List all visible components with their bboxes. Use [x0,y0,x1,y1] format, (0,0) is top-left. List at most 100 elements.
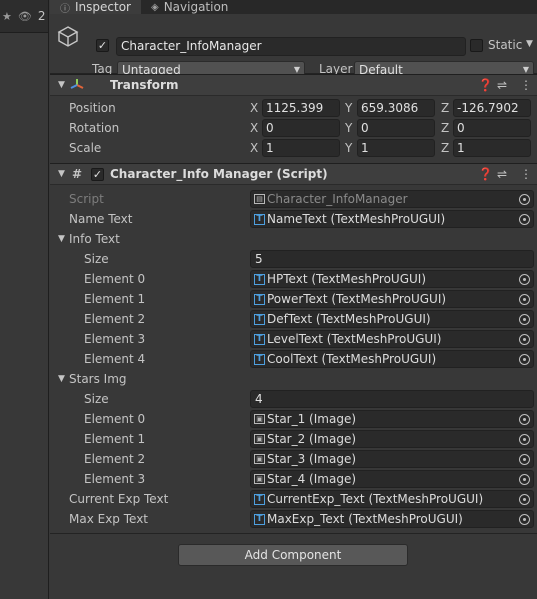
object-header: ✓ Character_InfoManager Static ▼ Tag Unt… [50,14,537,79]
rotation-y-field[interactable]: 0 [357,119,435,137]
scale-row: Scale X1 Y1 Z1 [50,138,537,158]
presets-icon[interactable]: ⇌ [497,167,507,181]
current-exp-field[interactable]: T CurrentExp_Text (TextMeshProUGUI) [250,490,534,508]
tab-navigation[interactable]: ◈ Navigation [141,0,238,14]
z-axis-label[interactable]: Z [441,101,449,115]
tab-navigation-label: Navigation [163,0,229,14]
z-axis-label[interactable]: Z [441,141,449,155]
object-picker-icon [519,194,530,205]
hierarchy-toolbar: ★ 👁 2 [0,0,48,33]
info-element-field[interactable]: T DefText (TextMeshProUGUI) [250,310,534,328]
context-menu-icon[interactable]: ⋮ [520,78,532,92]
fold-arrow-icon[interactable]: ▼ [58,169,65,179]
info-element-field[interactable]: T CoolText (TextMeshProUGUI) [250,350,534,368]
info-text-size-field[interactable]: 5 [250,250,534,268]
info-element-value: DefText (TextMeshProUGUI) [267,312,431,326]
object-picker-icon[interactable] [519,494,530,505]
image-icon: ▣ [254,474,265,484]
textmeshpro-icon: T [254,513,265,525]
x-axis-label[interactable]: X [250,121,258,135]
object-picker-icon[interactable] [519,454,530,465]
help-icon[interactable]: ❓ [478,167,493,181]
star-element-field[interactable]: ▣ Star_2 (Image) [250,430,534,448]
object-picker-icon[interactable] [519,314,530,325]
add-component-button[interactable]: Add Component [178,544,408,566]
fold-arrow-icon[interactable]: ▼ [58,234,65,244]
script-field: ▤ Character_InfoManager [250,190,534,208]
info-text-size-label: Size [84,252,109,266]
element-label: Element 3 [84,332,146,346]
stars-img-foldout[interactable]: ▼ Stars Img [50,369,537,389]
image-icon: ▣ [254,434,265,444]
info-element-field[interactable]: T PowerText (TextMeshProUGUI) [250,290,534,308]
tab-inspector-label: Inspector [75,0,131,14]
star-element-field[interactable]: ▣ Star_4 (Image) [250,470,534,488]
rotation-x-field[interactable]: 0 [262,119,340,137]
current-exp-value: CurrentExp_Text (TextMeshProUGUI) [267,492,484,506]
list-item: Element 0 ▣ Star_1 (Image) [50,409,537,429]
info-element-field[interactable]: T HPText (TextMeshProUGUI) [250,270,534,288]
object-picker-icon[interactable] [519,474,530,485]
position-x-field[interactable]: 1125.399 [262,99,340,117]
y-axis-label[interactable]: Y [345,121,352,135]
textmeshpro-icon: T [254,353,265,365]
object-picker-icon[interactable] [519,334,530,345]
position-y-field[interactable]: 659.3086 [357,99,435,117]
scale-y-field[interactable]: 1 [357,139,435,157]
static-dropdown-arrow-icon[interactable]: ▼ [526,39,533,49]
rotation-label: Rotation [69,121,120,135]
textmeshpro-icon: T [254,213,265,225]
script-enabled-checkbox[interactable]: ✓ [91,168,104,181]
rotation-z-field[interactable]: 0 [453,119,531,137]
stars-img-label: Stars Img [69,372,127,386]
object-picker-icon[interactable] [519,214,530,225]
z-axis-label[interactable]: Z [441,121,449,135]
star-element-field[interactable]: ▣ Star_1 (Image) [250,410,534,428]
object-picker-icon[interactable] [519,514,530,525]
textmeshpro-icon: T [254,333,265,345]
x-axis-label[interactable]: X [250,101,258,115]
info-text-foldout[interactable]: ▼ Info Text [50,229,537,249]
fold-arrow-icon[interactable]: ▼ [58,80,65,90]
active-checkbox[interactable]: ✓ [96,39,109,52]
static-checkbox[interactable] [470,39,483,52]
textmeshpro-icon: T [254,313,265,325]
info-element-value: CoolText (TextMeshProUGUI) [267,352,437,366]
max-exp-row: Max Exp Text T MaxExp_Text (TextMeshProUG… [50,509,537,529]
hidden-eye-icon[interactable]: 👁 [18,10,32,23]
context-menu-icon[interactable]: ⋮ [520,167,532,181]
object-picker-icon[interactable] [519,354,530,365]
current-exp-label: Current Exp Text [69,492,169,506]
info-element-field[interactable]: T LevelText (TextMeshProUGUI) [250,330,534,348]
element-label: Element 3 [84,472,146,486]
presets-icon[interactable]: ⇌ [497,78,507,92]
object-picker-icon[interactable] [519,294,530,305]
name-text-row: Name Text T NameText (TextMeshProUGUI) [50,209,537,229]
transform-header[interactable]: ▼ Transform ❓ ⇌ ⋮ [50,74,537,96]
help-icon[interactable]: ❓ [478,78,493,92]
position-z-field[interactable]: -126.7902 [453,99,531,117]
fold-arrow-icon[interactable]: ▼ [58,374,65,384]
list-item: Element 2 T DefText (TextMeshProUGUI) [50,309,537,329]
name-text-field[interactable]: T NameText (TextMeshProUGUI) [250,210,534,228]
element-label: Element 2 [84,452,146,466]
y-axis-label[interactable]: Y [345,101,352,115]
object-picker-icon[interactable] [519,434,530,445]
scale-x-field[interactable]: 1 [262,139,340,157]
scale-z-field[interactable]: 1 [453,139,531,157]
x-axis-label[interactable]: X [250,141,258,155]
star-element-field[interactable]: ▣ Star_3 (Image) [250,450,534,468]
info-element-value: PowerText (TextMeshProUGUI) [267,292,447,306]
info-element-value: LevelText (TextMeshProUGUI) [267,332,442,346]
star-element-value: Star_1 (Image) [267,412,357,426]
object-picker-icon[interactable] [519,274,530,285]
favorites-star-icon[interactable]: ★ [2,10,12,23]
stars-img-size-field[interactable]: 4 [250,390,534,408]
object-name-field[interactable]: Character_InfoManager [116,37,466,56]
tab-inspector[interactable]: ⓘ Inspector [50,0,141,15]
script-component-header[interactable]: ▼ # ✓ Character_Info Manager (Script) ❓ … [50,163,537,185]
y-axis-label[interactable]: Y [345,141,352,155]
object-picker-icon[interactable] [519,414,530,425]
divider [50,533,537,534]
max-exp-field[interactable]: T MaxExp_Text (TextMeshProUGUI) [250,510,534,528]
